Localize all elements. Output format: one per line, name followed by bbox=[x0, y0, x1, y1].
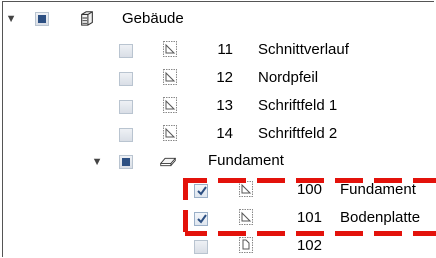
item-number: 102 bbox=[296, 237, 322, 254]
item-label: Schriftfeld 2 bbox=[258, 125, 338, 142]
item-number: 11 bbox=[217, 41, 233, 58]
drawing-document-icon bbox=[163, 69, 177, 85]
tree-row[interactable]: 101 Bodenplatte bbox=[0, 204, 436, 230]
checkbox[interactable] bbox=[119, 44, 133, 58]
chevron-down-icon[interactable]: ▼ bbox=[6, 13, 17, 25]
tree-row[interactable]: 13 Schriftfeld 1 bbox=[0, 92, 436, 118]
item-number: 101 bbox=[296, 209, 322, 226]
item-number: 13 bbox=[216, 97, 233, 114]
drawing-document-icon bbox=[163, 125, 177, 141]
item-label: Nordpfeil bbox=[258, 69, 319, 86]
checkbox[interactable] bbox=[194, 240, 208, 254]
checkbox-gebaeude[interactable] bbox=[35, 12, 49, 26]
checkmark-icon bbox=[197, 186, 207, 196]
drawing-document-icon bbox=[163, 41, 177, 57]
slab-icon bbox=[160, 157, 176, 167]
item-label: Fundament bbox=[340, 181, 416, 198]
item-number: 12 bbox=[216, 69, 233, 86]
checkbox[interactable] bbox=[119, 72, 133, 86]
tree-row[interactable]: 14 Schriftfeld 2 bbox=[0, 120, 436, 146]
item-label: Schnittverlauf bbox=[258, 41, 349, 58]
item-number: 14 bbox=[216, 125, 233, 142]
drawing-document-icon bbox=[239, 209, 253, 225]
checkbox[interactable] bbox=[194, 184, 208, 198]
item-label: Schriftfeld 1 bbox=[258, 97, 338, 114]
tree-row[interactable]: 12 Nordpfeil bbox=[0, 64, 436, 90]
tree-label-fundament-group: Fundament bbox=[208, 152, 284, 169]
checkmark-icon bbox=[197, 214, 207, 224]
tree-row[interactable]: 11 Schnittverlauf bbox=[0, 36, 436, 62]
chevron-down-icon[interactable]: ▼ bbox=[92, 156, 103, 168]
checkbox-fundament-group[interactable] bbox=[119, 155, 133, 169]
checkbox[interactable] bbox=[119, 128, 133, 142]
drawing-document-icon bbox=[163, 97, 177, 113]
tree-row-fundament-group[interactable]: ▼ Fundament bbox=[0, 148, 436, 174]
text-document-icon bbox=[239, 237, 253, 253]
item-label: Bodenplatte bbox=[340, 209, 421, 226]
checkbox[interactable] bbox=[194, 212, 208, 226]
item-number: 100 bbox=[296, 181, 322, 198]
building-icon bbox=[81, 11, 93, 26]
checkbox[interactable] bbox=[119, 100, 133, 114]
tree-row-gebaeude[interactable]: ▼ Gebäude bbox=[0, 6, 436, 32]
tree-label-gebaeude: Gebäude bbox=[122, 10, 184, 27]
